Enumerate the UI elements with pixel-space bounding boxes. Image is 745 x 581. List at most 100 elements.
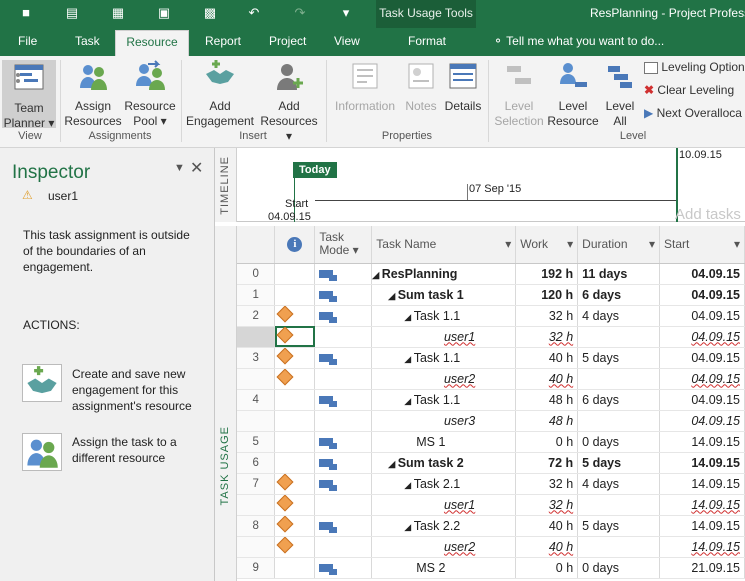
collapse-icon[interactable]: ◢: [388, 291, 397, 301]
duration-cell[interactable]: [577, 368, 661, 390]
collapse-icon[interactable]: ◢: [404, 354, 413, 364]
task-name-cell[interactable]: ◢ Task 1.1: [371, 389, 517, 411]
work-cell[interactable]: 32 h: [515, 473, 579, 495]
table-row[interactable]: user2 40 h 14.09.15: [237, 536, 745, 558]
indicator-cell[interactable]: [274, 431, 316, 453]
start-header[interactable]: Start ▾: [659, 226, 745, 264]
start-cell[interactable]: 14.09.15: [659, 473, 745, 495]
collapse-icon[interactable]: ◢: [404, 312, 413, 322]
task-name-cell[interactable]: ◢ Task 2.1: [371, 473, 517, 495]
indicator-cell[interactable]: [274, 368, 316, 390]
table-row[interactable]: 7 ◢ Task 2.1 32 h4 days 14.09.15: [237, 473, 745, 495]
work-cell[interactable]: 0 h: [515, 431, 579, 453]
select-all-corner[interactable]: [237, 226, 276, 264]
indicator-cell[interactable]: [274, 452, 316, 474]
notes-button[interactable]: Notes: [402, 60, 440, 114]
indicator-cell[interactable]: [274, 557, 316, 579]
task-mode-cell[interactable]: [314, 515, 373, 537]
qat-more-icon[interactable]: ▾: [336, 4, 356, 22]
work-cell[interactable]: 0 h: [515, 557, 579, 579]
row-id-cell[interactable]: [237, 410, 276, 432]
work-cell[interactable]: 32 h: [515, 305, 579, 327]
task-mode-cell[interactable]: [314, 494, 373, 516]
duration-cell[interactable]: 5 days: [577, 347, 661, 369]
start-cell[interactable]: 04.09.15: [659, 326, 745, 348]
table-row[interactable]: 6 ◢ Sum task 2 72 h5 days 14.09.15: [237, 452, 745, 474]
reassign-task-button[interactable]: [22, 433, 62, 471]
row-id-cell[interactable]: [237, 536, 276, 558]
close-icon[interactable]: ✕: [190, 158, 203, 178]
task-mode-cell[interactable]: [314, 347, 373, 369]
resource-pool-button[interactable]: Resource Pool ▾: [122, 60, 178, 129]
row-id-cell[interactable]: [237, 326, 276, 348]
row-id-cell[interactable]: 7: [237, 473, 276, 495]
table-row[interactable]: user1 32 h 14.09.15: [237, 494, 745, 516]
task-mode-cell[interactable]: [314, 452, 373, 474]
task-mode-cell[interactable]: [314, 368, 373, 390]
undo-icon[interactable]: ↶: [244, 4, 264, 22]
task-mode-cell[interactable]: [314, 473, 373, 495]
row-id-cell[interactable]: [237, 494, 276, 516]
work-cell[interactable]: 48 h: [515, 410, 579, 432]
task-mode-cell[interactable]: [314, 305, 373, 327]
duration-cell[interactable]: 5 days: [577, 452, 661, 474]
duration-cell[interactable]: 4 days: [577, 305, 661, 327]
task-mode-cell[interactable]: [314, 557, 373, 579]
table-row[interactable]: 1 ◢ Sum task 1 120 h6 days 04.09.15: [237, 284, 745, 306]
start-cell[interactable]: 14.09.15: [659, 536, 745, 558]
table-row[interactable]: 9 MS 2 0 h0 days 21.09.15: [237, 557, 745, 579]
start-cell[interactable]: 04.09.15: [659, 284, 745, 306]
table-row[interactable]: 2 ◢ Task 1.1 32 h4 days 04.09.15: [237, 305, 745, 327]
duration-cell[interactable]: 6 days: [577, 389, 661, 411]
duration-cell[interactable]: [577, 536, 661, 558]
tab-report[interactable]: Report: [205, 34, 241, 48]
task-mode-cell[interactable]: [314, 284, 373, 306]
new-icon[interactable]: ▤: [62, 4, 82, 22]
task-mode-header[interactable]: Task Mode ▾: [314, 226, 373, 264]
table-row[interactable]: 5 MS 1 0 h0 days 14.09.15: [237, 431, 745, 453]
task-name-cell[interactable]: user2: [371, 536, 517, 558]
row-id-cell[interactable]: 3: [237, 347, 276, 369]
indicator-cell[interactable]: [274, 410, 316, 432]
duration-cell[interactable]: 6 days: [577, 284, 661, 306]
collapse-icon[interactable]: ◢: [404, 396, 413, 406]
row-id-cell[interactable]: 4: [237, 389, 276, 411]
task-mode-cell[interactable]: [314, 536, 373, 558]
start-cell[interactable]: 04.09.15: [659, 347, 745, 369]
task-name-cell[interactable]: ◢ Sum task 2: [371, 452, 517, 474]
information-button[interactable]: Information: [330, 60, 400, 114]
tab-view[interactable]: View: [334, 34, 360, 48]
table-row[interactable]: 4 ◢ Task 1.1 48 h6 days 04.09.15: [237, 389, 745, 411]
team-planner-button[interactable]: Team Planner ▾: [2, 60, 56, 130]
duration-cell[interactable]: 5 days: [577, 515, 661, 537]
tell-me-box[interactable]: ⚬ Tell me what you want to do...: [493, 34, 664, 48]
collapse-icon[interactable]: ◢: [404, 480, 413, 490]
pane-menu-icon[interactable]: ▼: [174, 162, 185, 174]
work-cell[interactable]: 40 h: [515, 536, 579, 558]
task-name-cell[interactable]: MS 1: [371, 431, 517, 453]
indicator-cell[interactable]: [274, 473, 316, 495]
save-icon[interactable]: ■: [16, 4, 36, 22]
start-cell[interactable]: 14.09.15: [659, 452, 745, 474]
level-resource-button[interactable]: Level Resource: [546, 60, 600, 129]
duration-cell[interactable]: [577, 326, 661, 348]
table-row[interactable]: user3 48 h 04.09.15: [237, 410, 745, 432]
task-mode-cell[interactable]: [314, 410, 373, 432]
indicators-header[interactable]: i: [274, 226, 316, 264]
row-id-cell[interactable]: [237, 368, 276, 390]
tab-file[interactable]: File: [18, 34, 37, 48]
row-id-cell[interactable]: 6: [237, 452, 276, 474]
work-header[interactable]: Work ▾: [515, 226, 579, 264]
row-id-cell[interactable]: 9: [237, 557, 276, 579]
work-cell[interactable]: 192 h: [515, 263, 579, 285]
leveling-options-button[interactable]: Leveling Option: [644, 60, 745, 74]
indicator-cell[interactable]: [274, 536, 316, 558]
task-name-header[interactable]: Task Name ▾: [371, 226, 517, 264]
level-selection-button[interactable]: Level Selection: [492, 60, 546, 129]
reassign-task-text[interactable]: Assign the task to a different resource: [72, 434, 177, 466]
task-name-cell[interactable]: user2: [371, 368, 517, 390]
tab-project[interactable]: Project: [269, 34, 306, 48]
table-row[interactable]: 8 ◢ Task 2.2 40 h5 days 14.09.15: [237, 515, 745, 537]
redo-icon[interactable]: ↷: [290, 4, 310, 22]
indicator-cell[interactable]: [274, 515, 316, 537]
